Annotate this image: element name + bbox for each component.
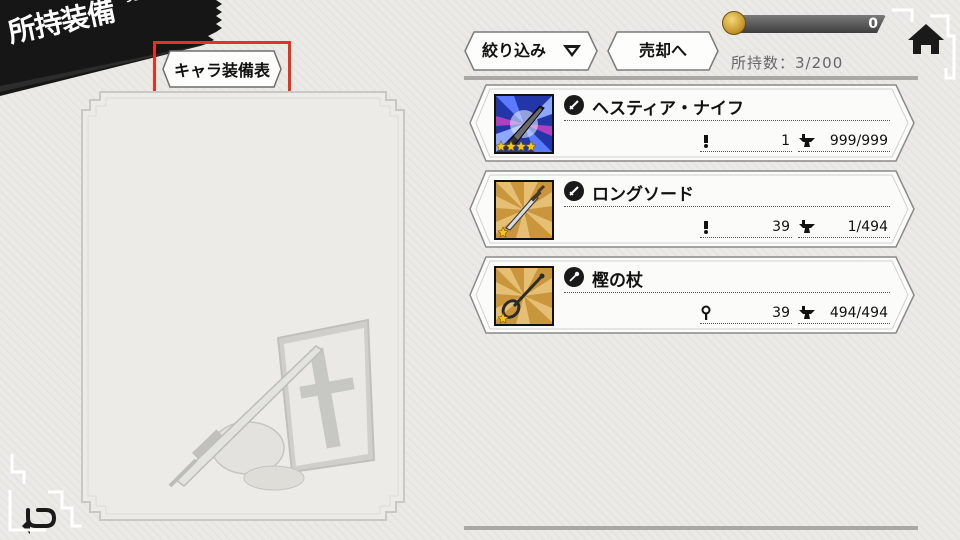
name-divider <box>564 206 890 207</box>
name-divider <box>564 120 890 121</box>
item-stat-a: 1 <box>700 130 792 152</box>
chara-equip-button[interactable]: キャラ装備表 <box>162 50 282 88</box>
item-card-oak-staff[interactable]: 樫の杖 39 494/494 <box>468 256 916 334</box>
gold-coin-icon <box>722 11 746 35</box>
rarity-stars <box>497 226 509 238</box>
filter-button[interactable]: 絞り込み <box>464 31 598 71</box>
anvil-icon <box>799 305 815 319</box>
list-divider-top <box>464 76 918 80</box>
item-name: ロングソード <box>592 185 694 205</box>
item-name: 樫の杖 <box>592 271 643 291</box>
currency-value: 0 <box>868 16 878 32</box>
sell-button[interactable]: 売却へ <box>607 31 719 71</box>
page-title-sub: 一覧 <box>110 0 141 8</box>
item-stat-b-value: 999/999 <box>829 132 888 149</box>
item-stat-a-value: 39 <box>772 304 790 321</box>
item-stat-b: 999/999 <box>798 130 890 152</box>
back-button[interactable] <box>6 452 86 534</box>
currency-bar <box>736 15 886 33</box>
equipment-preview-panel <box>78 88 408 524</box>
list-divider-bottom <box>464 526 918 530</box>
sword-icon <box>564 95 584 115</box>
sell-button-label: 売却へ <box>638 41 687 60</box>
anvil-icon <box>799 219 815 233</box>
filter-dropdown-icon <box>563 45 581 57</box>
home-button[interactable] <box>890 8 956 82</box>
owned-count: 所持数：3/200 <box>731 52 843 73</box>
item-stat-a-value: 39 <box>772 218 790 235</box>
exclamation-icon <box>704 220 708 234</box>
preview-frame <box>81 91 405 521</box>
item-stat-a-value: 1 <box>781 132 790 149</box>
chara-equip-button-label: キャラ装備表 <box>173 61 270 80</box>
item-stat-b-value: 1/494 <box>847 218 888 235</box>
item-card-long-sword[interactable]: ロングソード 39 1/494 <box>468 170 916 248</box>
item-name: ヘスティア・ナイフ <box>592 99 744 119</box>
item-stat-a: 39 <box>700 216 792 238</box>
item-thumbnail <box>494 180 554 240</box>
currency-display: 0 <box>722 11 886 37</box>
item-thumbnail <box>494 94 554 154</box>
item-stat-b-value: 494/494 <box>829 304 888 321</box>
name-divider <box>564 292 890 293</box>
item-stat-b: 494/494 <box>798 302 890 324</box>
item-thumbnail <box>494 266 554 326</box>
item-card-hestia-knife[interactable]: ヘスティア・ナイフ 1 999/999 <box>468 84 916 162</box>
home-icon <box>892 8 956 80</box>
staff-icon <box>564 267 584 287</box>
key-icon <box>701 305 711 320</box>
anvil-icon <box>799 133 815 147</box>
item-stat-b: 1/494 <box>798 216 890 238</box>
rarity-stars <box>496 140 537 152</box>
filter-button-label: 絞り込み <box>482 41 547 60</box>
owned-count-label: 所持数： <box>731 54 796 72</box>
back-icon <box>8 454 82 534</box>
item-stat-a: 39 <box>700 302 792 324</box>
owned-count-value: 3/200 <box>795 54 844 72</box>
sword-icon <box>564 181 584 201</box>
exclamation-icon <box>704 134 708 148</box>
rarity-stars <box>497 312 509 324</box>
